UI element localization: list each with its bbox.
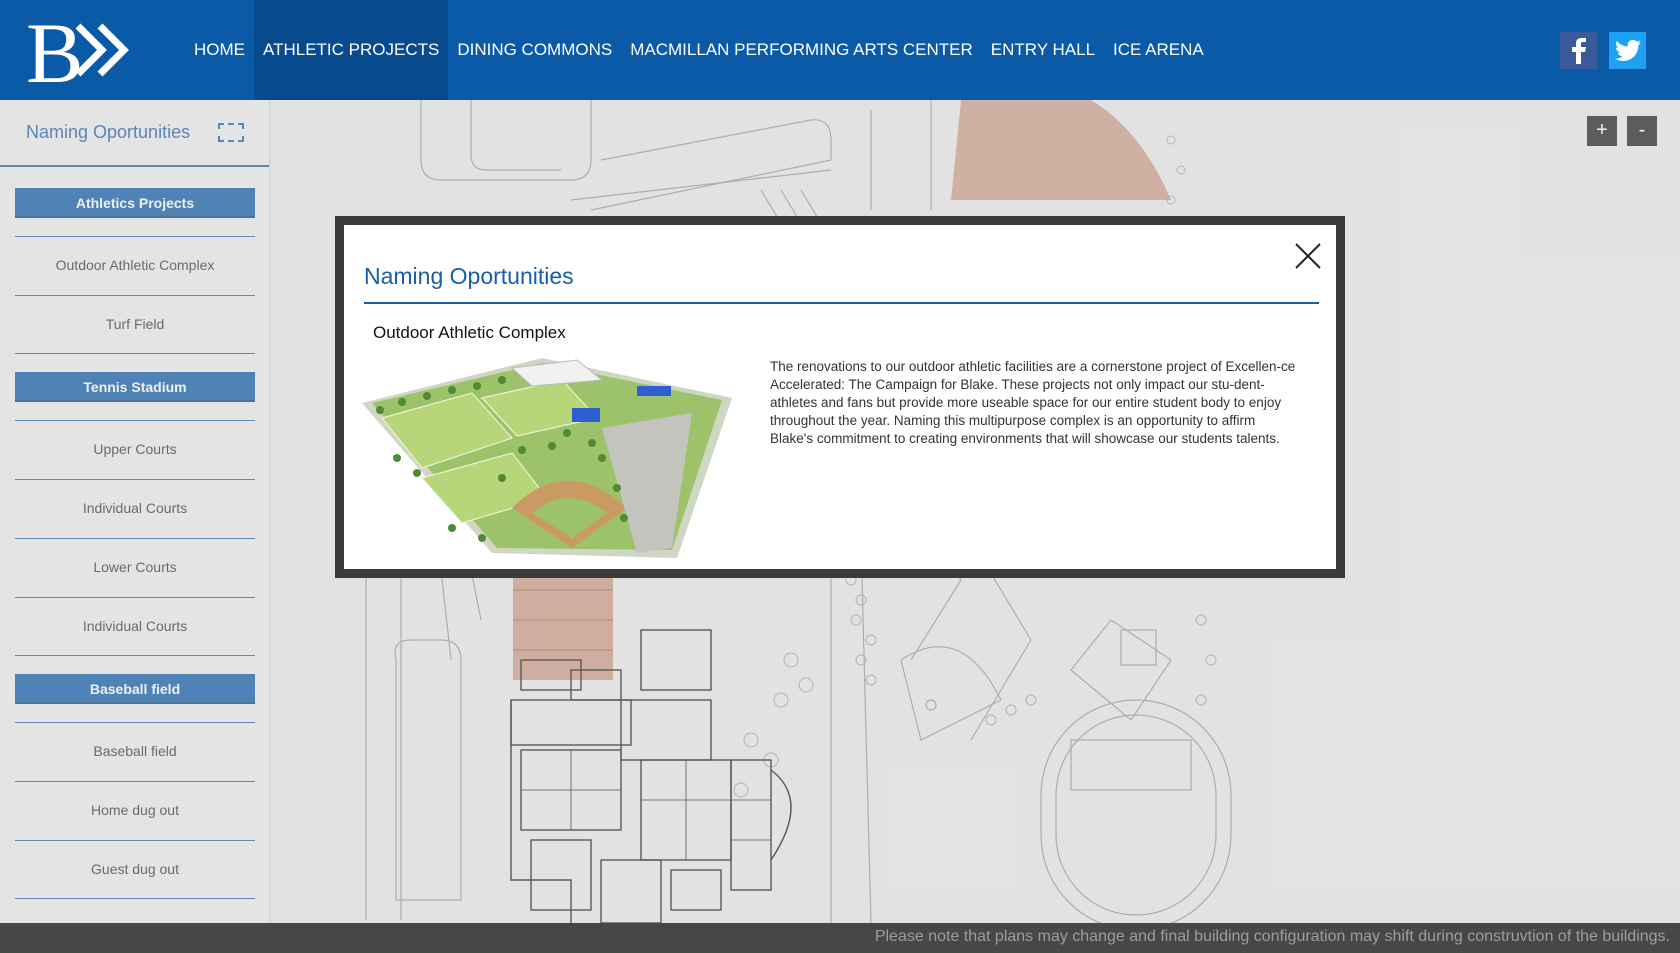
category-athletics-projects[interactable]: Athletics Projects	[15, 188, 255, 218]
twitter-icon[interactable]	[1609, 32, 1646, 69]
sidebar-item-guest-dug-out[interactable]: Guest dug out	[15, 840, 255, 899]
sidebar-item-baseball-field[interactable]: Baseball field	[15, 722, 255, 781]
sidebar-item-individual-courts[interactable]: Individual Courts	[15, 479, 255, 538]
sidebar-item-upper-courts[interactable]: Upper Courts	[15, 420, 255, 479]
select-area-icon[interactable]	[218, 123, 245, 142]
nav-dining-commons[interactable]: DINING COMMONS	[448, 0, 621, 100]
sidebar-item-lower-courts[interactable]: Lower Courts	[15, 538, 255, 597]
facebook-icon[interactable]	[1560, 32, 1597, 69]
nav-ice-arena[interactable]: ICE ARENA	[1104, 0, 1213, 100]
sidebar-item-outdoor-athletic-complex[interactable]: Outdoor Athletic Complex	[15, 236, 255, 295]
sidebar-item-turf-field[interactable]: Turf Field	[15, 295, 255, 354]
zoom-out-button[interactable]: -	[1627, 116, 1657, 146]
category-baseball-field[interactable]: Baseball field	[15, 674, 255, 704]
nav-entry-hall[interactable]: ENTRY HALL	[982, 0, 1104, 100]
sidebar-header: Naming Oportunities	[0, 100, 269, 167]
nav-macmillan-performing-arts-center[interactable]: MACMILLAN PERFORMING ARTS CENTER	[621, 0, 982, 100]
naming-opportunities-modal: Naming Oportunities Outdoor Athletic Com…	[335, 216, 1345, 578]
category-tennis-stadium[interactable]: Tennis Stadium	[15, 372, 255, 402]
svg-text:B: B	[26, 12, 83, 88]
close-icon[interactable]	[1291, 239, 1325, 273]
modal-divider	[364, 302, 1319, 304]
nav-athletic-projects[interactable]: ATHLETIC PROJECTS	[254, 0, 449, 100]
sidebar-list: Athletics Projects Outdoor Athletic Comp…	[15, 188, 255, 917]
footer-bar: Please note that plans may change and fi…	[0, 923, 1680, 953]
athletic-complex-rendering	[362, 358, 732, 558]
main-nav: HOME ATHLETIC PROJECTS DINING COMMONS MA…	[185, 0, 1213, 100]
zoom-in-button[interactable]: +	[1587, 116, 1617, 146]
modal-content: Naming Oportunities Outdoor Athletic Com…	[344, 225, 1336, 569]
soccer-field-highlight	[951, 100, 1171, 200]
modal-title: Naming Oportunities	[364, 263, 574, 289]
modal-description: The renovations to our outdoor athletic …	[770, 359, 1296, 446]
nav-home[interactable]: HOME	[185, 0, 254, 100]
sidebar: Naming Oportunities Athletics Projects O…	[0, 100, 270, 953]
modal-subtitle: Outdoor Athletic Complex	[373, 323, 566, 342]
plans-disclaimer: Please note that plans may change and fi…	[874, 928, 1670, 945]
sidebar-item-individual-courts-2[interactable]: Individual Courts	[15, 597, 255, 656]
top-navigation-bar: B HOME ATHLETIC PROJECTS DINING COMMONS …	[0, 0, 1680, 100]
sidebar-item-home-dug-out[interactable]: Home dug out	[15, 781, 255, 840]
blake-logo[interactable]: B	[26, 12, 144, 88]
sidebar-title: Naming Oportunities	[26, 122, 191, 142]
